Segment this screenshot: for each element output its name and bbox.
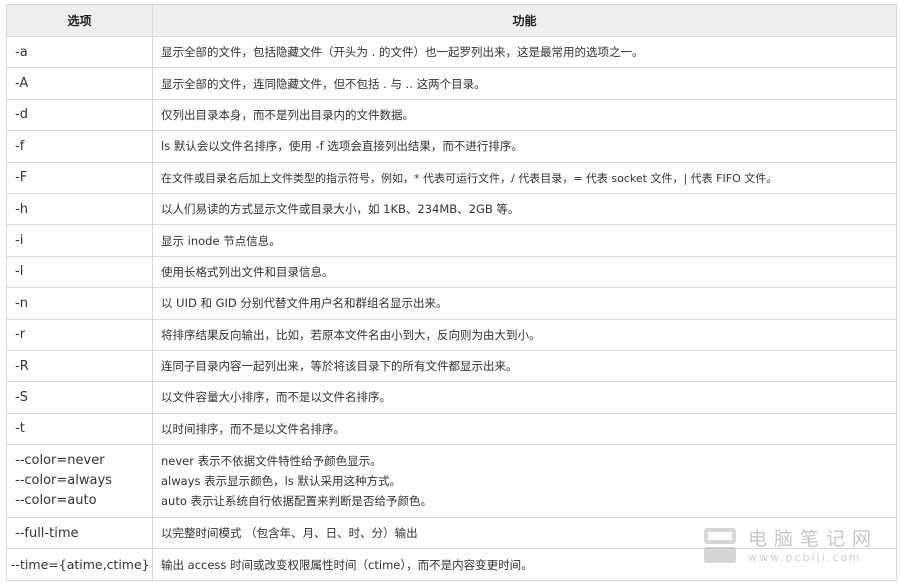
table-row: -A 显示全部的文件，连同隐藏文件，但不包括 . 与 .. 这两个目录。 — [6, 67, 897, 100]
description-cell: 仅列出目录本身，而不是列出目录内的文件数据。 — [152, 98, 897, 132]
table-row: -d 仅列出目录本身，而不是列出目录内的文件数据。 — [6, 98, 897, 132]
table-row: -R 连同子目录内容一起列出来，等於将该目录下的所有文件都显示出来。 — [6, 349, 897, 383]
description-cell: 以 UID 和 GID 分别代替文件用户名和群组名显示出来。 — [152, 287, 897, 320]
option-line: --color=never — [15, 453, 105, 469]
table-row: -i 显示 inode 节点信息。 — [6, 224, 897, 257]
options-table-container: 选项 功能 -a 显示全部的文件，包括隐藏文件（开头为 . 的文件）也一起罗列出… — [6, 4, 897, 581]
option-cell: -t — [6, 412, 153, 446]
ls-options-table: 选项 功能 -a 显示全部的文件，包括隐藏文件（开头为 . 的文件）也一起罗列出… — [6, 4, 897, 581]
description-cell: 显示全部的文件，包括隐藏文件（开头为 . 的文件）也一起罗列出来，这是最常用的选… — [152, 35, 897, 69]
table-row: -h 以人们易读的方式显示文件或目录大小，如 1KB、234MB、2GB 等。 — [6, 192, 897, 226]
table-row: --full-time 以完整时间模式 （包含年、月、日、时、分）输出 — [6, 517, 897, 550]
table-row: -S 以文件容量大小排序，而不是以文件名排序。 — [6, 381, 897, 414]
description-cell: 显示 inode 节点信息。 — [152, 224, 897, 257]
option-cell: -f — [6, 130, 153, 163]
table-row: -F 在文件或目录名后加上文件类型的指示符号，例如，* 代表可运行文件，/ 代表… — [6, 161, 897, 194]
option-cell: -l — [6, 255, 153, 289]
description-line: never 表示不依据文件特性给予颜色显示。 — [161, 454, 382, 469]
description-cell: 将排序结果反向输出，比如，若原本文件名由小到大，反向则为由大到小。 — [152, 318, 897, 351]
description-cell: 以文件容量大小排序，而不是以文件名排序。 — [152, 381, 897, 414]
option-cell: -S — [6, 381, 153, 414]
option-cell: -R — [6, 349, 153, 383]
description-cell: 以人们易读的方式显示文件或目录大小，如 1KB、234MB、2GB 等。 — [152, 192, 897, 226]
option-cell: --full-time — [6, 517, 153, 550]
description-cell-color: never 表示不依据文件特性给予颜色显示。 always 表示显示颜色，ls … — [152, 444, 897, 519]
option-cell: -n — [6, 287, 153, 320]
table-row: -r 将排序结果反向输出，比如，若原本文件名由小到大，反向则为由大到小。 — [6, 318, 897, 351]
description-cell: 在文件或目录名后加上文件类型的指示符号，例如，* 代表可运行文件，/ 代表目录，… — [152, 161, 897, 194]
table-row: -a 显示全部的文件，包括隐藏文件（开头为 . 的文件）也一起罗列出来，这是最常… — [6, 35, 897, 69]
table-header-row: 选项 功能 — [6, 4, 897, 37]
description-cell: 使用长格式列出文件和目录信息。 — [152, 255, 897, 289]
option-cell: -d — [6, 98, 153, 132]
option-cell: -A — [6, 67, 153, 100]
option-cell-color: --color=never --color=always --color=aut… — [6, 444, 153, 519]
option-cell: -a — [6, 35, 153, 69]
table-row-color: --color=never --color=always --color=aut… — [6, 444, 897, 519]
option-cell: --time={atime,ctime} — [6, 548, 153, 581]
table-row: -f ls 默认会以文件名排序，使用 -f 选项会直接列出结果，而不进行排序。 — [6, 130, 897, 163]
description-cell: 以时间排序，而不是以文件名排序。 — [152, 412, 897, 446]
option-line: --color=always — [15, 473, 112, 489]
table-row: -l 使用长格式列出文件和目录信息。 — [6, 255, 897, 289]
header-option: 选项 — [6, 4, 153, 37]
description-cell: 连同子目录内容一起列出来，等於将该目录下的所有文件都显示出来。 — [152, 349, 897, 383]
description-cell: 以完整时间模式 （包含年、月、日、时、分）输出 — [152, 517, 897, 550]
description-cell: ls 默认会以文件名排序，使用 -f 选项会直接列出结果，而不进行排序。 — [152, 130, 897, 163]
table-row: -n 以 UID 和 GID 分别代替文件用户名和群组名显示出来。 — [6, 287, 897, 320]
option-line: --color=auto — [15, 493, 97, 509]
header-function: 功能 — [152, 4, 897, 37]
description-cell: 输出 access 时间或改变权限属性时间（ctime），而不是内容变更时间。 — [152, 548, 897, 581]
description-line: always 表示显示颜色，ls 默认采用这种方式。 — [161, 474, 401, 489]
option-cell: -i — [6, 224, 153, 257]
option-cell: -F — [6, 161, 153, 194]
option-cell: -r — [6, 318, 153, 351]
description-line: auto 表示让系统自行依据配置来判断是否给予颜色。 — [161, 494, 433, 509]
description-cell: 显示全部的文件，连同隐藏文件，但不包括 . 与 .. 这两个目录。 — [152, 67, 897, 100]
table-row: -t 以时间排序，而不是以文件名排序。 — [6, 412, 897, 446]
option-cell: -h — [6, 192, 153, 226]
table-row: --time={atime,ctime} 输出 access 时间或改变权限属性… — [6, 548, 897, 581]
